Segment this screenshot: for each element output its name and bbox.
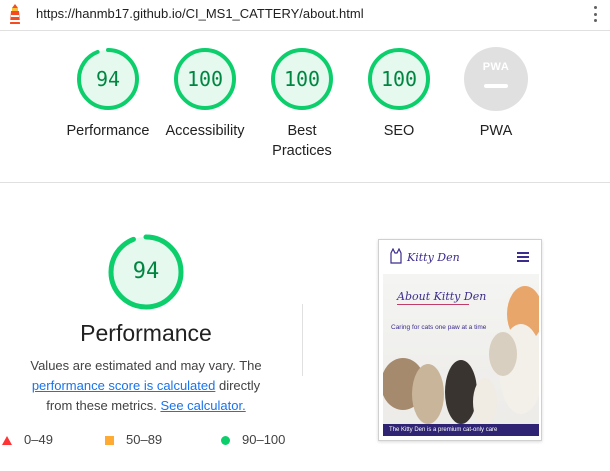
gauge-label: Performance bbox=[66, 123, 150, 139]
footer-text: The Kitty Den is a premium cat-only care bbox=[389, 427, 498, 433]
gauge-label: Best Practices bbox=[272, 123, 332, 159]
square-icon bbox=[105, 436, 114, 446]
performance-title: Performance bbox=[80, 320, 212, 346]
gauge-performance[interactable]: 94 Performance bbox=[58, 47, 158, 141]
pwa-dash-icon bbox=[484, 84, 508, 88]
gauge-label: PWA bbox=[479, 123, 513, 139]
final-screenshot[interactable]: Kitty Den About Kitty Den Caring for cat… bbox=[378, 239, 542, 441]
gauge-score: 94 bbox=[95, 67, 121, 91]
lighthouse-logo-icon bbox=[10, 4, 20, 24]
url-bar: https://hanmb17.github.io/CI_MS1_CATTERY… bbox=[0, 0, 610, 31]
desc-text: directly bbox=[218, 378, 261, 393]
performance-score: 94 bbox=[132, 259, 160, 284]
hero-image: About Kitty Den Caring for cats one paw … bbox=[383, 274, 539, 431]
gauge-label: SEO bbox=[383, 123, 415, 139]
gauge-pwa[interactable]: PWA PWA bbox=[446, 47, 546, 141]
legend-average: 50–89 bbox=[105, 432, 162, 447]
more-options-icon[interactable] bbox=[588, 4, 602, 24]
vertical-divider bbox=[302, 304, 303, 376]
site-navbar: Kitty Den bbox=[379, 240, 541, 274]
hero-tagline: Caring for cats one paw at a time bbox=[391, 324, 487, 331]
gauge-label: Accessibility bbox=[165, 123, 245, 139]
performance-description: Values are estimated and may vary. The p… bbox=[0, 356, 292, 416]
gauge-score: 100 bbox=[283, 67, 321, 91]
score-calculated-link[interactable]: performance score is calculated bbox=[32, 378, 216, 393]
gauge-accessibility[interactable]: 100 Accessibility bbox=[155, 47, 255, 141]
pwa-badge-text: PWA bbox=[482, 61, 510, 73]
legend-fail: 0–49 bbox=[2, 432, 53, 447]
triangle-icon bbox=[2, 436, 12, 446]
desc-text: Values are estimated and may vary. The bbox=[30, 358, 262, 373]
section-divider bbox=[0, 182, 610, 183]
hamburger-menu-icon bbox=[517, 252, 529, 262]
gauge-score: 100 bbox=[380, 67, 418, 91]
cat-logo-icon bbox=[390, 248, 402, 264]
legend-pass: 90–100 bbox=[221, 432, 285, 447]
circle-icon bbox=[221, 436, 230, 446]
gauge-seo[interactable]: 100 SEO bbox=[349, 47, 449, 141]
hero-underline bbox=[397, 304, 469, 305]
gauge-score: 100 bbox=[186, 67, 224, 91]
legend-range: 90–100 bbox=[242, 432, 286, 447]
pwa-badge-icon bbox=[464, 47, 528, 111]
gauge-best-practices[interactable]: 100 Best Practices bbox=[252, 47, 352, 161]
legend-range: 50–89 bbox=[126, 432, 163, 447]
hero-title: About Kitty Den bbox=[397, 290, 487, 303]
legend-range: 0–49 bbox=[24, 432, 53, 447]
site-brand: Kitty Den bbox=[407, 251, 460, 264]
category-gauges: 94 Performance 100 Accessibility 100 Bes… bbox=[0, 30, 610, 182]
see-calculator-link[interactable]: See calculator. bbox=[160, 398, 245, 413]
desc-text: from these metrics. bbox=[46, 398, 157, 413]
page-url[interactable]: https://hanmb17.github.io/CI_MS1_CATTERY… bbox=[36, 6, 364, 21]
